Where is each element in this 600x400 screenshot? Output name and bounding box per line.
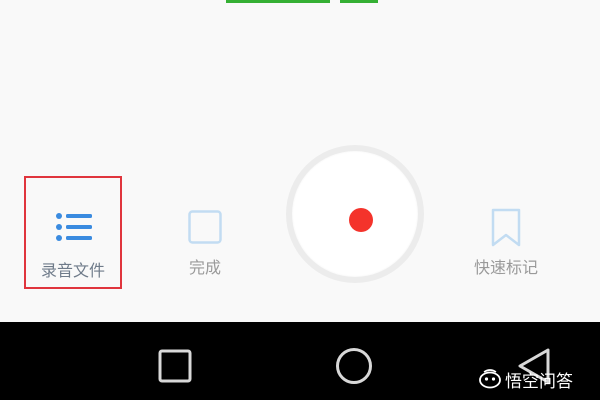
- square-icon[interactable]: [158, 349, 192, 383]
- watermark: 悟空问答: [478, 366, 573, 392]
- done-button[interactable]: 完成: [160, 205, 250, 280]
- recording-files-label: 录音文件: [40, 261, 105, 280]
- wukong-logo-icon: [479, 369, 501, 389]
- quick-mark-label: 快速标记: [473, 258, 538, 277]
- square-check-icon: [188, 210, 222, 244]
- circle-icon[interactable]: [335, 347, 373, 385]
- done-label: 完成: [188, 258, 221, 277]
- bookmark-icon: [491, 208, 521, 247]
- list-icon: [56, 213, 92, 241]
- watermark-text: 悟空问答: [505, 371, 573, 392]
- record-dot-icon: [349, 208, 373, 232]
- record-button[interactable]: [286, 145, 424, 283]
- recording-files-button[interactable]: 录音文件: [24, 176, 122, 289]
- quick-mark-button[interactable]: 快速标记: [460, 205, 552, 280]
- top-progress-strip: [226, 0, 330, 3]
- record-button-face: [292, 151, 418, 277]
- top-progress-strip-secondary: [340, 0, 378, 3]
